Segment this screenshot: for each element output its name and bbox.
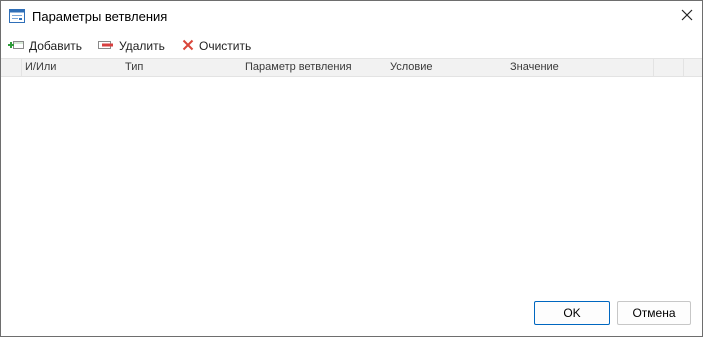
clear-button-label: Очистить — [199, 39, 252, 53]
add-button[interactable]: Добавить — [8, 36, 82, 56]
column-separator[interactable] — [683, 59, 684, 76]
column-header-condition[interactable]: Условие — [390, 59, 433, 76]
close-icon — [681, 9, 693, 24]
add-button-label: Добавить — [29, 39, 83, 53]
column-header-branch-parameter[interactable]: Параметр ветвления — [245, 59, 352, 76]
column-separator[interactable] — [653, 59, 654, 76]
toolbar: Добавить Удалить Очистить — [1, 34, 702, 58]
column-header-value[interactable]: Значение — [510, 59, 559, 76]
column-separator[interactable] — [21, 59, 22, 76]
delete-button-label: Удалить — [119, 39, 165, 53]
column-header-and-or[interactable]: И/Или — [25, 59, 56, 76]
branching-parameters-grid[interactable]: И/Или Тип Параметр ветвления Условие Зна… — [1, 58, 702, 294]
close-button[interactable] — [672, 1, 702, 32]
title-bar[interactable]: Параметры ветвления — [1, 1, 702, 32]
delete-row-icon — [98, 39, 119, 54]
dialog-window-icon — [9, 9, 25, 23]
clear-button[interactable]: Очистить — [182, 36, 251, 56]
dialog-title: Параметры ветвления — [32, 9, 168, 24]
ok-button[interactable]: OK — [534, 301, 610, 325]
branching-parameters-dialog: Параметры ветвления Добавить Удалить Очи… — [0, 0, 703, 337]
cancel-button[interactable]: Отмена — [617, 301, 691, 325]
delete-button[interactable]: Удалить — [98, 36, 165, 56]
clear-x-icon — [182, 39, 199, 54]
add-row-icon — [8, 39, 29, 54]
column-header-type[interactable]: Тип — [125, 59, 143, 76]
grid-header: И/Или Тип Параметр ветвления Условие Зна… — [1, 58, 702, 77]
